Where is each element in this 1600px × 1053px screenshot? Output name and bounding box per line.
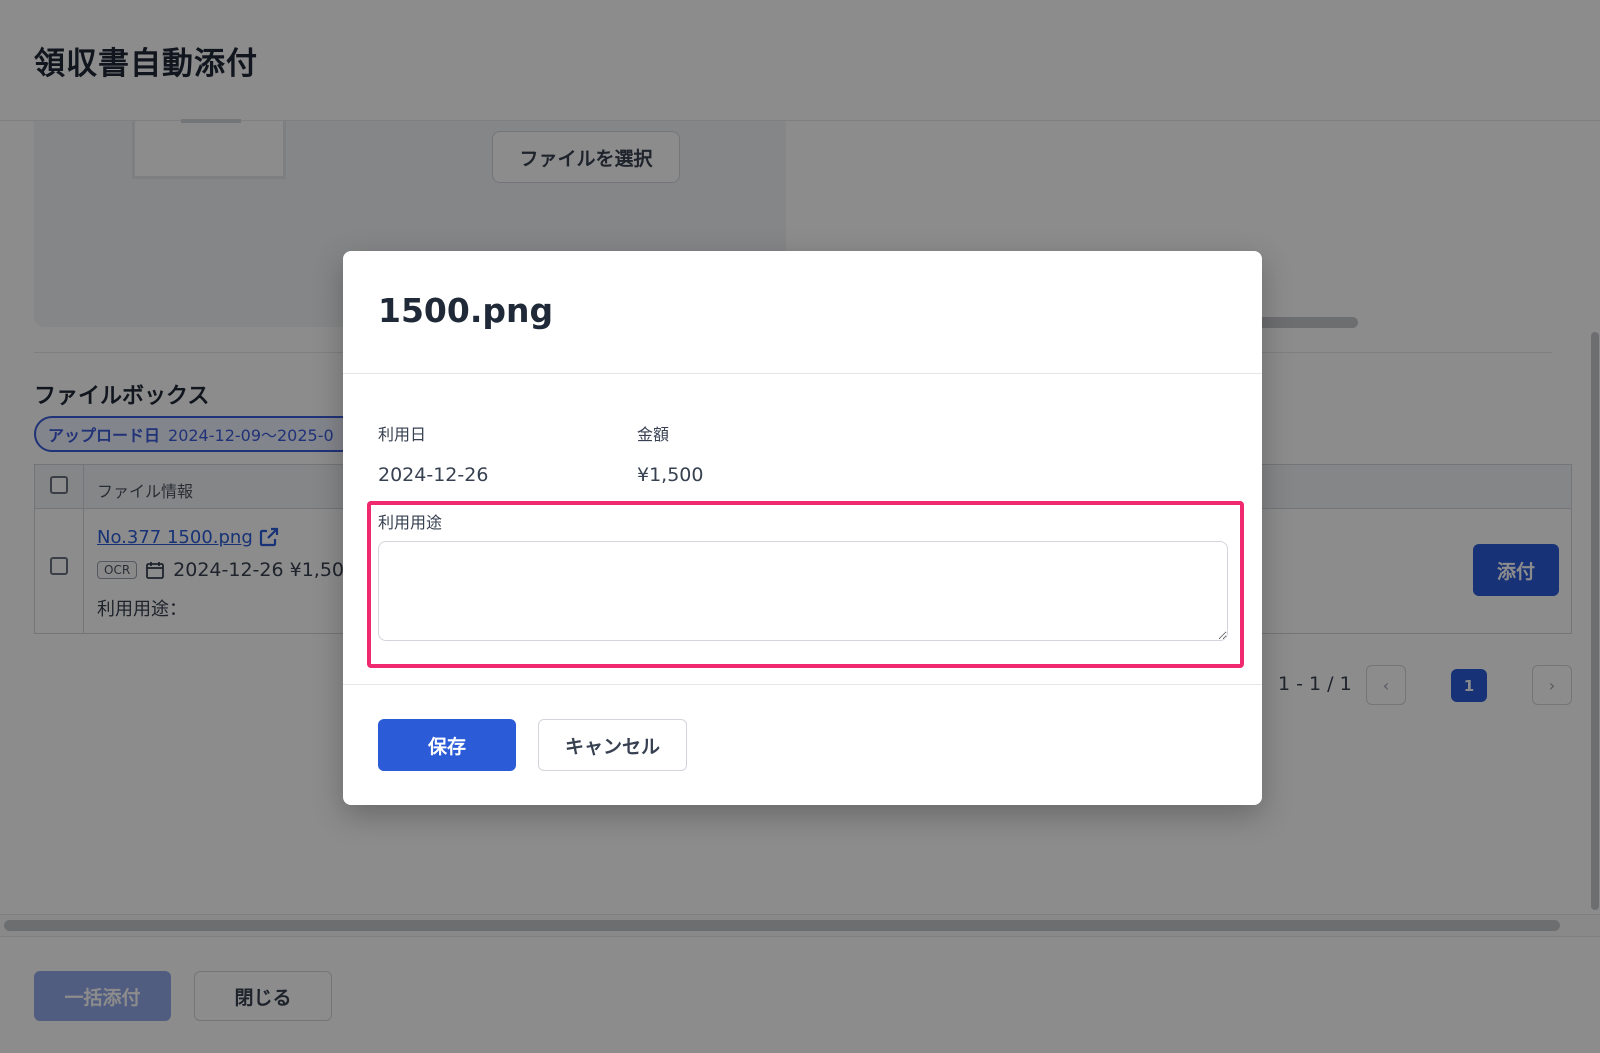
purpose-label: 利用用途: [378, 513, 443, 532]
usage-date-label: 利用日: [378, 425, 427, 444]
purpose-textarea[interactable]: [378, 541, 1228, 641]
amount-label: 金額: [637, 425, 670, 444]
modal-divider-top: [343, 373, 1262, 374]
modal-divider-bottom: [343, 684, 1262, 685]
usage-date-value: 2024-12-26: [378, 464, 489, 486]
edit-purpose-modal: 1500.png 利用日 金額 2024-12-26 ¥1,500 利用用途 保…: [343, 251, 1262, 805]
save-button[interactable]: 保存: [378, 719, 516, 771]
modal-title: 1500.png: [378, 291, 554, 330]
amount-value: ¥1,500: [637, 464, 704, 486]
cancel-button[interactable]: キャンセル: [538, 719, 687, 771]
